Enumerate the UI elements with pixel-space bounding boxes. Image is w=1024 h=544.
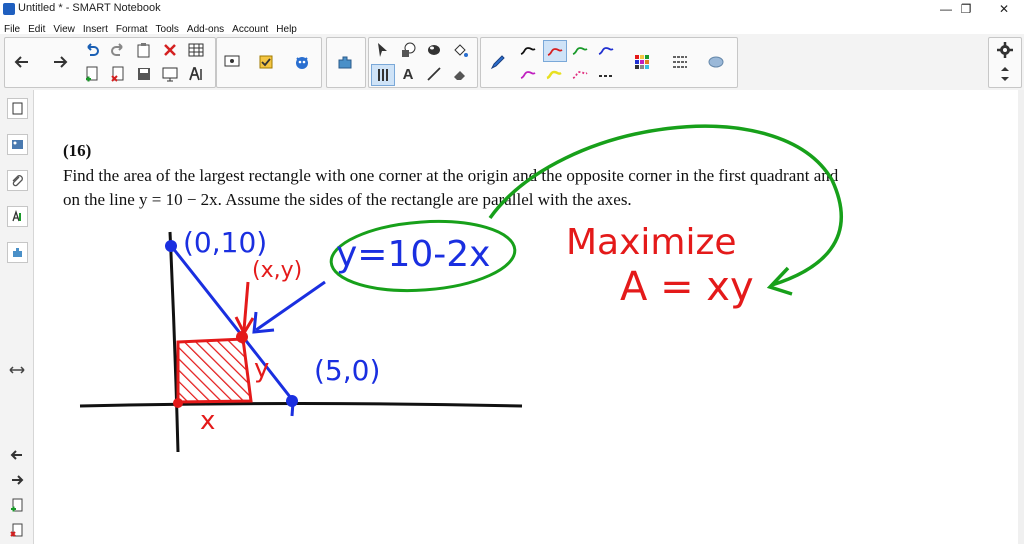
shaded-rectangle (176, 337, 253, 404)
label-area-equation: A = xy (620, 264, 754, 310)
label-0-10: (0,10) (183, 226, 268, 259)
red-arrow (242, 281, 250, 331)
point-5-0 (286, 395, 298, 407)
label-equation: y=10-2x (336, 234, 491, 275)
point-x-y (236, 331, 248, 343)
origin-point (173, 398, 183, 408)
label-5-0: (5,0) (314, 354, 381, 387)
x-axis (79, 402, 523, 408)
handwriting-layer (79, 124, 844, 453)
label-x: x (200, 406, 216, 436)
label-x-y: (x,y) (252, 258, 303, 283)
label-y: y (254, 354, 270, 384)
label-maximize: Maximize (566, 222, 737, 263)
blue-arrow (255, 280, 326, 332)
point-0-10 (165, 240, 177, 252)
